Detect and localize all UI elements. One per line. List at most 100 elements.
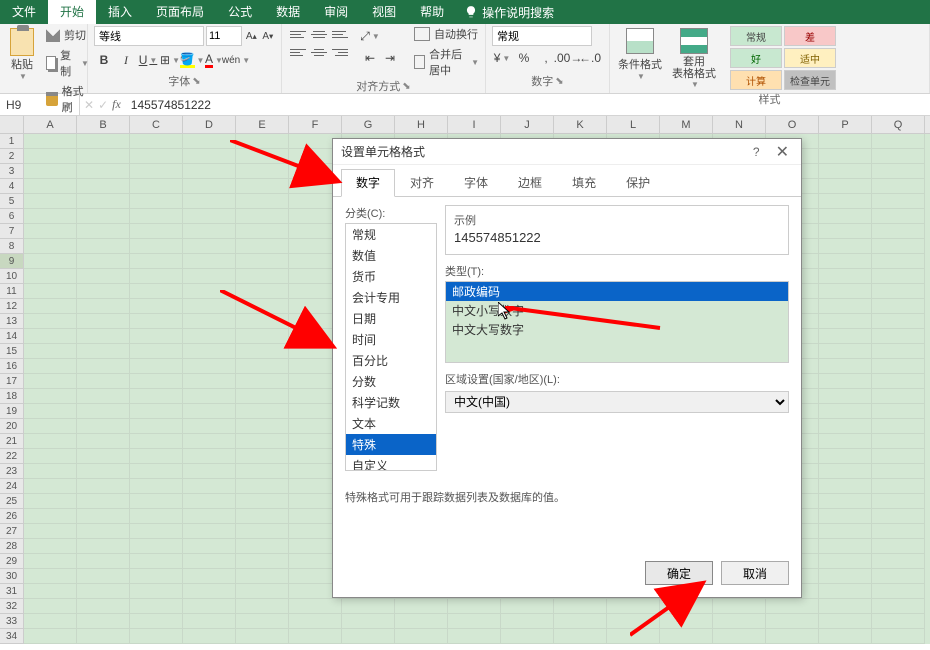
accounting-format-button[interactable]: ¥▼ — [492, 48, 512, 68]
cell[interactable] — [395, 599, 448, 614]
row-header[interactable]: 31 — [0, 584, 23, 599]
cell[interactable] — [130, 389, 183, 404]
cell[interactable] — [660, 614, 713, 629]
cell[interactable] — [819, 329, 872, 344]
cell[interactable] — [183, 434, 236, 449]
cell[interactable] — [448, 629, 501, 644]
cell[interactable] — [819, 584, 872, 599]
cell[interactable] — [554, 599, 607, 614]
style-good[interactable]: 好 — [730, 48, 782, 68]
cell[interactable] — [660, 629, 713, 644]
conditional-format-button[interactable]: 条件格式 ▼ — [616, 26, 664, 83]
cell[interactable] — [130, 149, 183, 164]
cell[interactable] — [130, 299, 183, 314]
cell[interactable] — [236, 584, 289, 599]
cell[interactable] — [183, 329, 236, 344]
type-item[interactable]: 中文小写数字 — [446, 301, 788, 320]
cell[interactable] — [872, 434, 925, 449]
cell[interactable] — [236, 569, 289, 584]
cell[interactable] — [819, 374, 872, 389]
cell[interactable] — [130, 284, 183, 299]
cell[interactable] — [24, 434, 77, 449]
cell[interactable] — [395, 629, 448, 644]
cell[interactable] — [872, 359, 925, 374]
dialog-tab-number[interactable]: 数字 — [341, 169, 395, 197]
cell[interactable] — [872, 284, 925, 299]
cell[interactable] — [24, 539, 77, 554]
cell[interactable] — [24, 479, 77, 494]
row-header[interactable]: 25 — [0, 494, 23, 509]
cell[interactable] — [130, 584, 183, 599]
row-header[interactable]: 7 — [0, 224, 23, 239]
column-header[interactable]: K — [554, 116, 607, 133]
align-bottom-button[interactable] — [330, 26, 350, 42]
dialog-titlebar[interactable]: 设置单元格格式 ? ✕ — [333, 139, 801, 165]
cell[interactable] — [872, 254, 925, 269]
cell[interactable] — [819, 284, 872, 299]
category-list[interactable]: 常规数值货币会计专用日期时间百分比分数科学记数文本特殊自定义 — [345, 223, 437, 471]
fx-icon[interactable]: fx — [112, 97, 121, 112]
cell[interactable] — [77, 509, 130, 524]
cell[interactable] — [819, 239, 872, 254]
cell[interactable] — [130, 509, 183, 524]
percent-button[interactable]: % — [514, 48, 534, 68]
cell[interactable] — [819, 224, 872, 239]
dialog-tab-protection[interactable]: 保护 — [611, 169, 665, 196]
cell[interactable] — [183, 194, 236, 209]
cell[interactable] — [713, 629, 766, 644]
tab-help[interactable]: 帮助 — [408, 0, 456, 24]
cell[interactable] — [819, 434, 872, 449]
cell[interactable] — [236, 464, 289, 479]
cell[interactable] — [236, 149, 289, 164]
cell[interactable] — [236, 209, 289, 224]
column-header[interactable]: P — [819, 116, 872, 133]
cell[interactable] — [660, 599, 713, 614]
column-header[interactable]: C — [130, 116, 183, 133]
category-item[interactable]: 文本 — [346, 413, 436, 434]
paste-button[interactable]: 粘贴 ▼ — [6, 26, 38, 83]
cell[interactable] — [183, 359, 236, 374]
cell[interactable] — [236, 329, 289, 344]
cell[interactable] — [236, 284, 289, 299]
cell[interactable] — [183, 449, 236, 464]
row-header[interactable]: 3 — [0, 164, 23, 179]
cell[interactable] — [24, 344, 77, 359]
cell[interactable] — [872, 149, 925, 164]
cell[interactable] — [342, 614, 395, 629]
row-header[interactable]: 11 — [0, 284, 23, 299]
cell[interactable] — [130, 599, 183, 614]
cell[interactable] — [819, 344, 872, 359]
cell[interactable] — [24, 314, 77, 329]
row-header[interactable]: 9 — [0, 254, 23, 269]
cell[interactable] — [766, 629, 819, 644]
cell[interactable] — [130, 224, 183, 239]
column-header[interactable]: H — [395, 116, 448, 133]
category-item[interactable]: 百分比 — [346, 350, 436, 371]
column-header[interactable]: A — [24, 116, 77, 133]
enter-formula-button[interactable]: ✓ — [98, 98, 108, 112]
type-list[interactable]: 邮政编码中文小写数字中文大写数字 — [445, 281, 789, 363]
cell[interactable] — [77, 344, 130, 359]
tab-page-layout[interactable]: 页面布局 — [144, 0, 216, 24]
cell[interactable] — [236, 269, 289, 284]
cell[interactable] — [77, 584, 130, 599]
cell[interactable] — [872, 539, 925, 554]
cell[interactable] — [77, 269, 130, 284]
cell[interactable] — [236, 509, 289, 524]
cell[interactable] — [819, 209, 872, 224]
cell[interactable] — [183, 569, 236, 584]
cell[interactable] — [183, 464, 236, 479]
cell[interactable] — [819, 509, 872, 524]
cell[interactable] — [77, 359, 130, 374]
cell[interactable] — [24, 329, 77, 344]
cell[interactable] — [236, 314, 289, 329]
border-button[interactable]: ⊞▼ — [160, 50, 180, 70]
cell[interactable] — [819, 179, 872, 194]
category-item[interactable]: 数值 — [346, 245, 436, 266]
cell[interactable] — [130, 419, 183, 434]
cell[interactable] — [872, 479, 925, 494]
cell[interactable] — [236, 539, 289, 554]
cell[interactable] — [183, 239, 236, 254]
cell[interactable] — [819, 299, 872, 314]
cell[interactable] — [183, 584, 236, 599]
